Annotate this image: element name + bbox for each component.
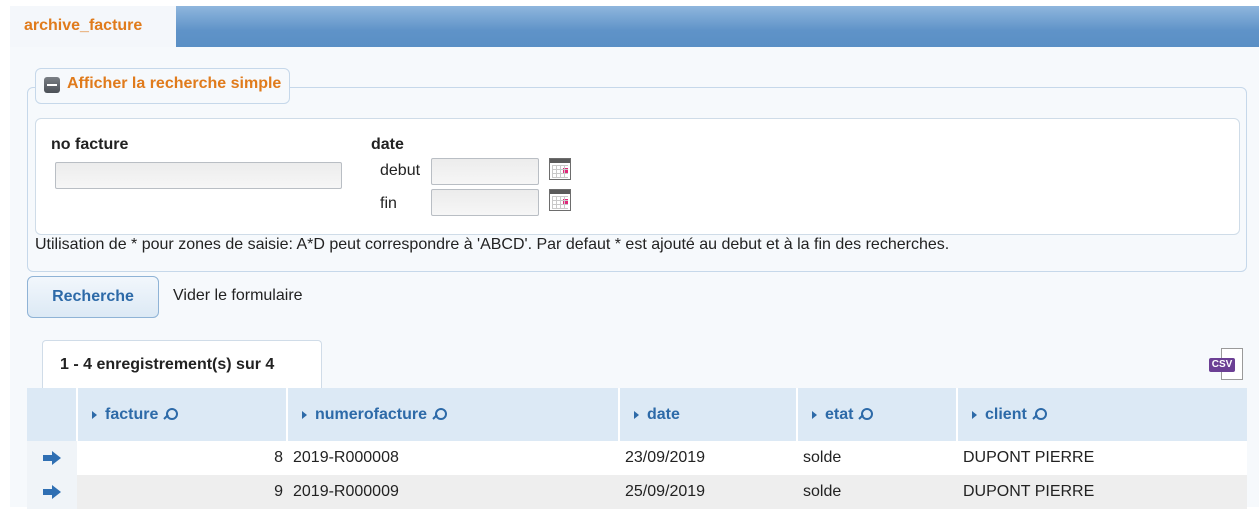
calendar-icon[interactable] [549,158,571,180]
collapse-icon[interactable] [44,77,60,93]
cell-date: 25/09/2019 [619,475,797,509]
sort-triangle-icon [634,410,639,419]
calendar-icon[interactable] [549,189,571,211]
cell-numerofacture: 2019-R000009 [287,475,619,509]
row-action[interactable] [27,441,77,475]
no-facture-input[interactable] [55,162,342,189]
cell-facture: 8 [77,441,287,475]
sort-triangle-icon [302,410,307,419]
search-help-text: Utilisation de * pour zones de saisie: A… [35,236,950,253]
cell-facture: 9 [77,475,287,509]
debut-label: debut [380,162,421,179]
header-client[interactable]: client [956,388,1247,441]
search-icon[interactable] [1031,407,1047,423]
results-count-tab[interactable]: 1 - 4 enregistrement(s) sur 4 [42,340,322,388]
cell-client: DUPONT PIERRE [957,475,1247,509]
header-date[interactable]: date [618,388,797,441]
fin-label: fin [380,195,397,212]
tab-archive-facture[interactable]: archive_facture [10,6,176,47]
clear-form-link[interactable]: Vider le formulaire [173,287,303,305]
header-action [27,388,77,441]
search-icon[interactable] [857,407,874,423]
date-label: date [371,136,404,153]
sort-triangle-icon [812,410,817,419]
cell-etat: solde [797,475,957,509]
search-toggle-label: Afficher la recherche simple [67,75,282,92]
sort-triangle-icon [972,410,977,419]
table-header-row: facture numerofacture date etat client [27,388,1247,441]
header-numerofacture[interactable]: numerofacture [286,388,619,441]
csv-export-icon[interactable]: CSV [1209,348,1245,382]
table-row: 9 2019-R000009 25/09/2019 solde DUPONT P… [27,475,1247,509]
header-etat[interactable]: etat [796,388,957,441]
row-action[interactable] [27,475,77,509]
header-facture[interactable]: facture [76,388,287,441]
arrow-right-icon[interactable] [43,451,63,465]
no-facture-label: no facture [51,136,129,153]
cell-client: DUPONT PIERRE [957,441,1247,475]
cell-numerofacture: 2019-R000008 [287,441,619,475]
fin-date-input[interactable] [431,189,539,216]
table-row: 8 2019-R000008 23/09/2019 solde DUPONT P… [27,441,1247,475]
sort-triangle-icon [92,410,97,419]
debut-date-input[interactable] [431,158,539,185]
cell-etat: solde [797,441,957,475]
search-toggle[interactable]: Afficher la recherche simple [35,68,291,104]
search-icon[interactable] [431,407,448,423]
search-button[interactable]: Recherche [27,276,159,318]
tab-bar: archive_facture [10,6,1259,47]
arrow-right-icon[interactable] [43,485,63,499]
cell-date: 23/09/2019 [619,441,797,475]
search-icon[interactable] [162,407,179,423]
results-table: facture numerofacture date etat client 8… [27,388,1247,509]
